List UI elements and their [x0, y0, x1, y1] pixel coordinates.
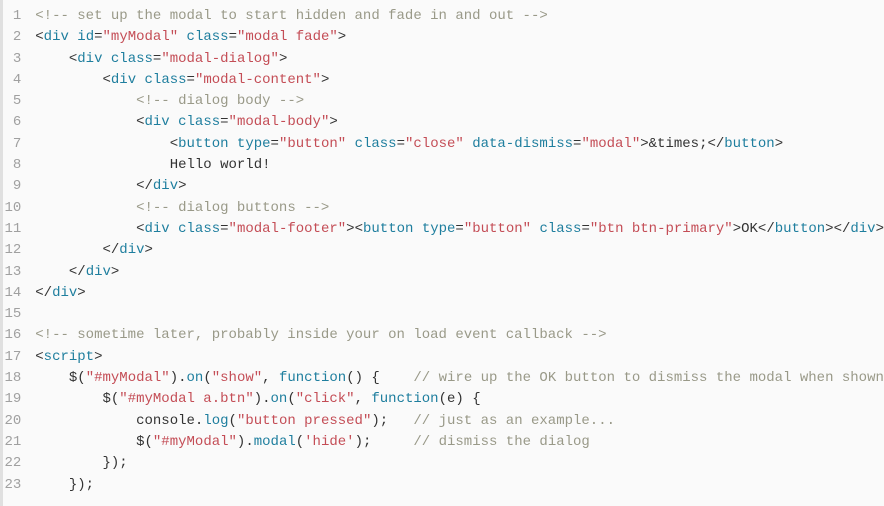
- code-line: <div id="myModal" class="modal fade">: [35, 27, 884, 48]
- code-line: <!-- sometime later, probably inside you…: [35, 325, 884, 346]
- code-line: <!-- dialog body -->: [35, 91, 884, 112]
- code-line: </div>: [35, 176, 884, 197]
- code-line: Hello world!: [35, 155, 884, 176]
- code-line: <div class="modal-body">: [35, 112, 884, 133]
- code-line: <div class="modal-content">: [35, 70, 884, 91]
- line-number: 19: [3, 389, 21, 410]
- code-line: <!-- set up the modal to start hidden an…: [35, 6, 884, 27]
- code-line: $("#myModal").modal('hide'); // dismiss …: [35, 432, 884, 453]
- line-number: 22: [3, 453, 21, 474]
- line-number: 17: [3, 347, 21, 368]
- code-line: <script>: [35, 347, 884, 368]
- code-line: $("#myModal").on("show", function() { //…: [35, 368, 884, 389]
- line-number: 9: [3, 176, 21, 197]
- line-number: 11: [3, 219, 21, 240]
- code-block: 1234567891011121314151617181920212223 <!…: [0, 0, 884, 506]
- line-number-gutter: 1234567891011121314151617181920212223: [3, 6, 35, 506]
- code-line: <button type="button" class="close" data…: [35, 134, 884, 155]
- code-line: <div class="modal-dialog">: [35, 49, 884, 70]
- code-line: </div>: [35, 283, 884, 304]
- code-line: console.log("button pressed"); // just a…: [35, 411, 884, 432]
- line-number: 7: [3, 134, 21, 155]
- line-number: 3: [3, 49, 21, 70]
- line-number: 14: [3, 283, 21, 304]
- line-number: 20: [3, 411, 21, 432]
- line-number: 21: [3, 432, 21, 453]
- code-content[interactable]: <!-- set up the modal to start hidden an…: [35, 6, 884, 506]
- code-line: <!-- dialog buttons -->: [35, 198, 884, 219]
- code-line: </div>: [35, 240, 884, 261]
- code-line: </div>: [35, 262, 884, 283]
- line-number: 18: [3, 368, 21, 389]
- line-number: 15: [3, 304, 21, 325]
- line-number: 23: [3, 475, 21, 496]
- line-number: 13: [3, 262, 21, 283]
- line-number: 12: [3, 240, 21, 261]
- line-number: 2: [3, 27, 21, 48]
- line-number: 4: [3, 70, 21, 91]
- line-number: 1: [3, 6, 21, 27]
- line-number: 8: [3, 155, 21, 176]
- line-number: 6: [3, 112, 21, 133]
- code-line: });: [35, 475, 884, 496]
- code-line: <div class="modal-footer"><button type="…: [35, 219, 884, 240]
- code-line: [35, 304, 884, 325]
- line-number: 5: [3, 91, 21, 112]
- line-number: 10: [3, 198, 21, 219]
- code-line: });: [35, 453, 884, 474]
- code-line: $("#myModal a.btn").on("click", function…: [35, 389, 884, 410]
- line-number: 16: [3, 325, 21, 346]
